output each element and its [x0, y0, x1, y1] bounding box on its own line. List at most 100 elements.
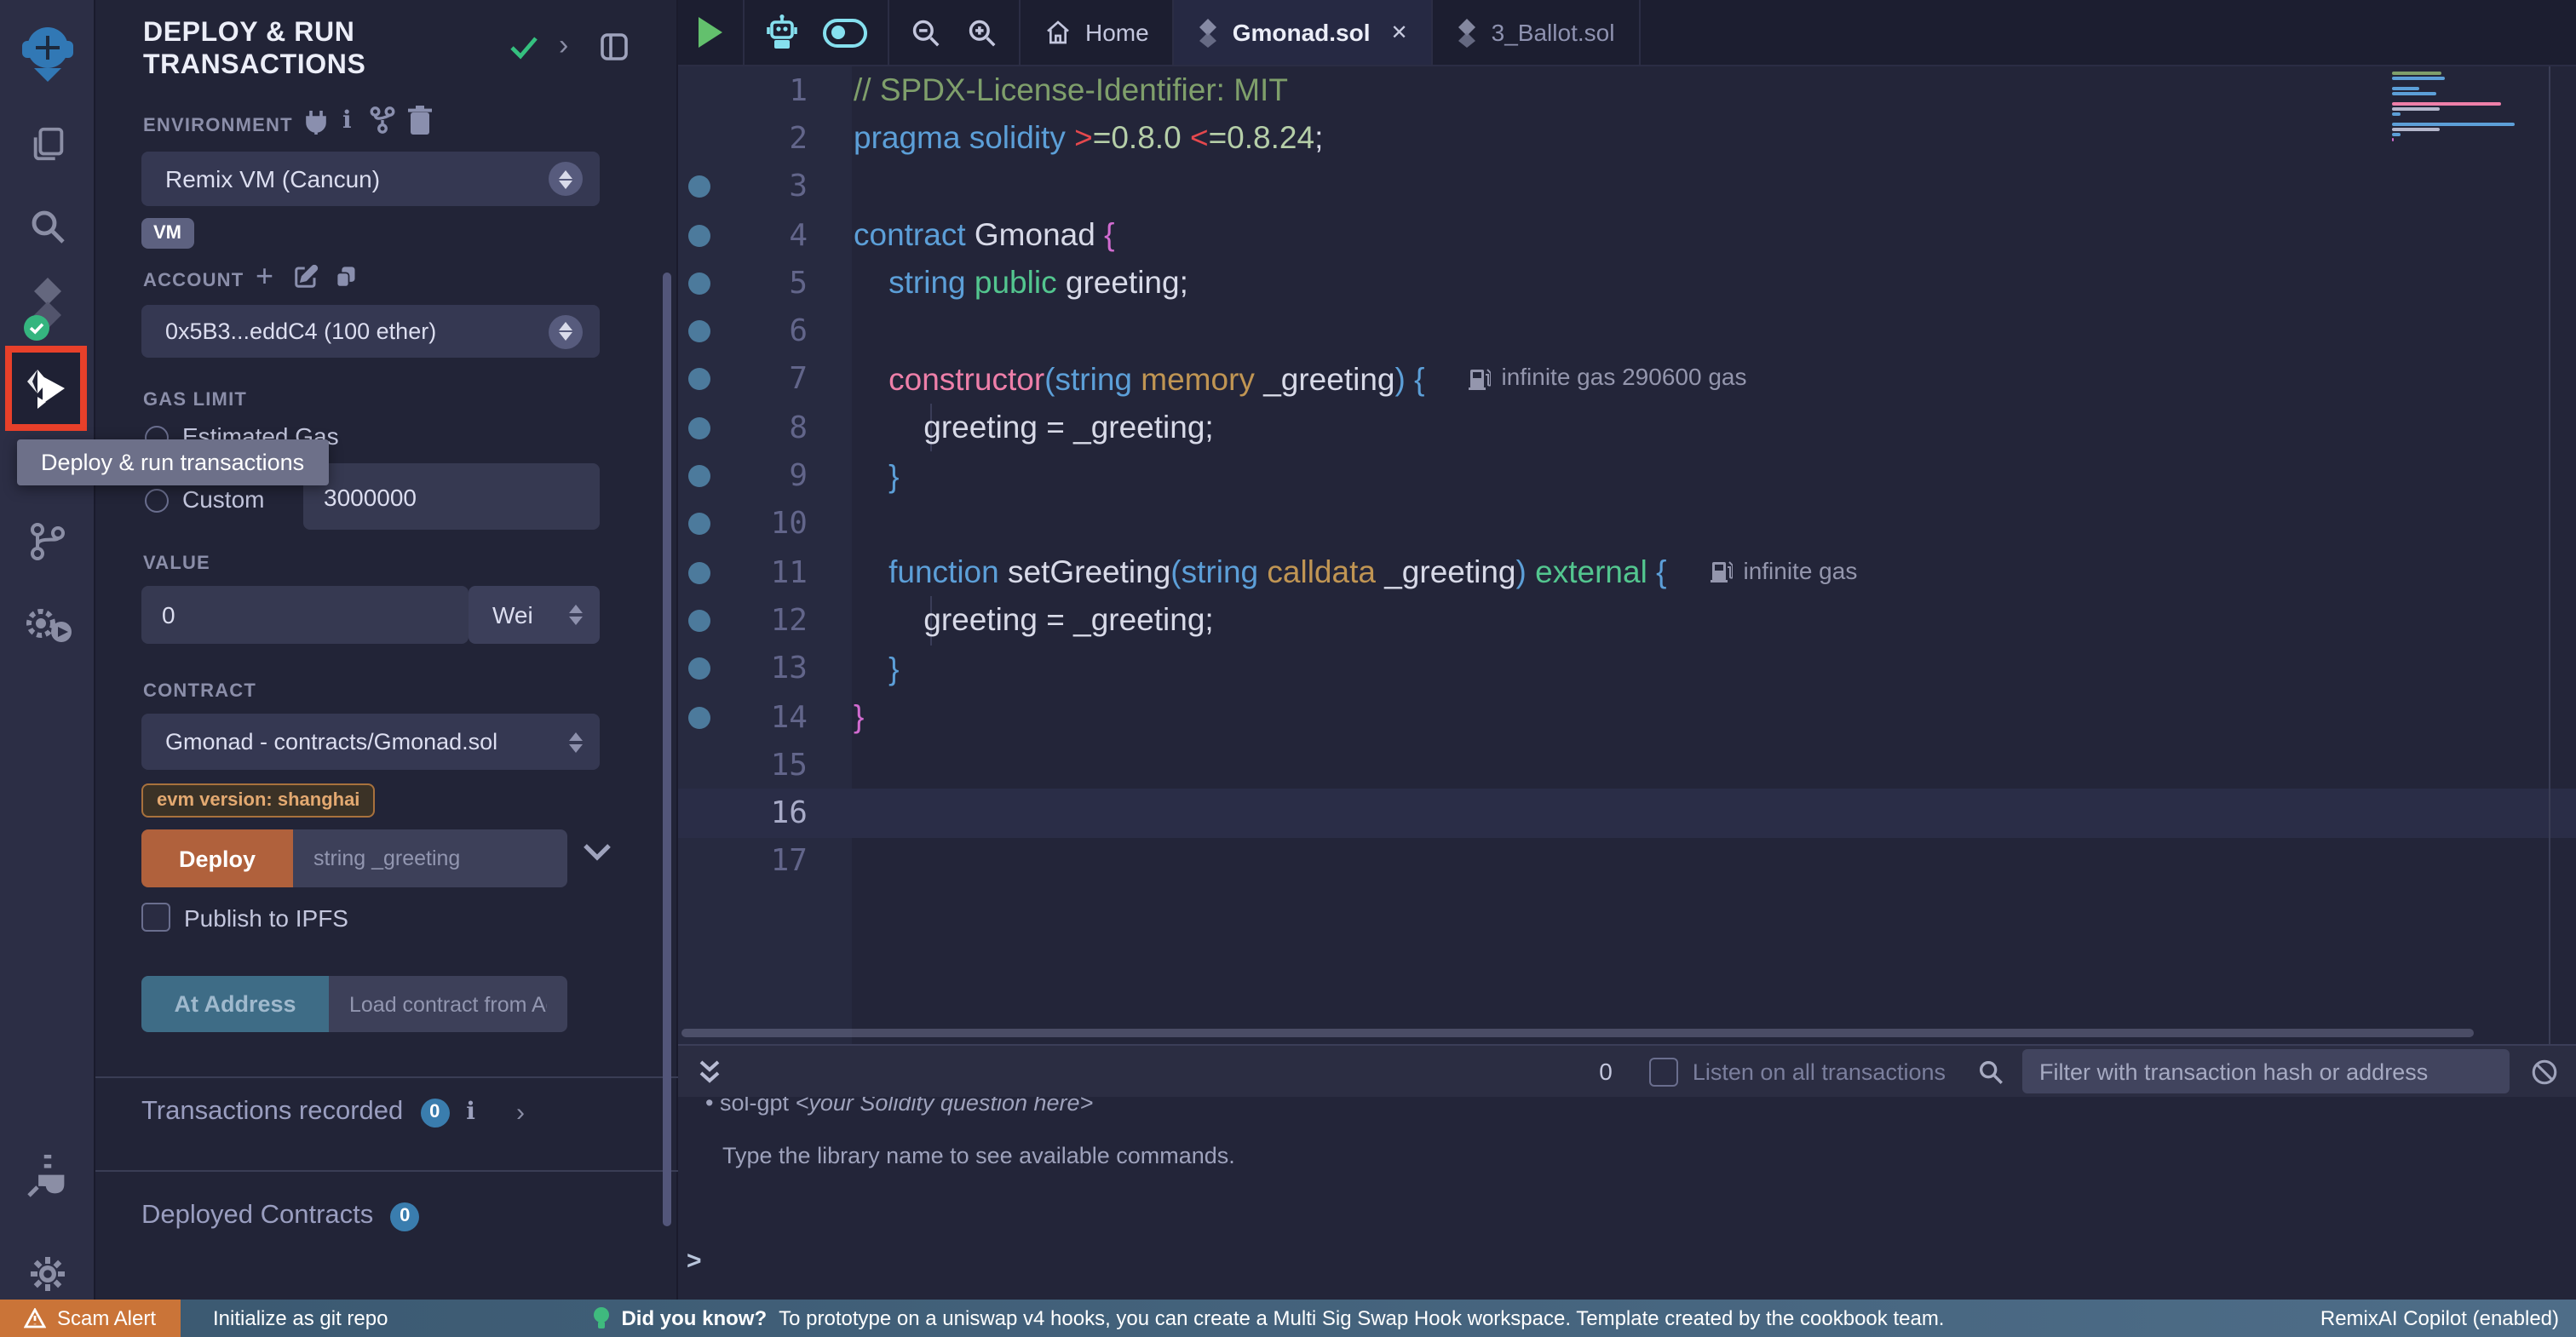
tab-label: Gmonad.sol	[1233, 19, 1371, 46]
publish-ipfs-checkbox[interactable]	[141, 903, 170, 932]
code-line[interactable]: 10	[678, 500, 2576, 548]
tab-label: 3_Ballot.sol	[1492, 19, 1615, 46]
deploy-button[interactable]: Deploy	[141, 829, 293, 887]
gas-limit-label: GAS LIMIT	[143, 390, 247, 410]
panel-scrollbar[interactable]	[663, 273, 671, 1226]
block-icon[interactable]	[2530, 1057, 2559, 1086]
value-input[interactable]	[141, 586, 469, 644]
horizontal-scrollbar[interactable]	[681, 1029, 2474, 1037]
edit-icon[interactable]	[293, 264, 319, 290]
plugin-manager-icon[interactable]	[0, 1155, 95, 1199]
line-number: 9	[678, 458, 808, 494]
close-icon[interactable]: ✕	[1391, 20, 1408, 44]
code-line[interactable]: 4contract Gmonad {	[678, 211, 2576, 260]
at-address-button[interactable]: At Address	[141, 976, 329, 1032]
zoom-out-icon[interactable]	[910, 16, 942, 49]
sort-arrows-icon	[569, 732, 583, 752]
tab-home-label: Home	[1085, 19, 1149, 46]
expand-chevrons-icon[interactable]	[699, 1059, 721, 1084]
code-editor[interactable]: 1 // SPDX-License-Identifier: MIT 2pragma …	[678, 66, 2576, 1044]
terminal-prompt[interactable]: >	[687, 1247, 702, 1276]
terminal[interactable]: • sol-gpt <your Solidity question here> …	[678, 1097, 2576, 1300]
environment-label: ENVIRONMENT	[143, 116, 293, 136]
chevron-right-icon[interactable]: ›	[516, 1098, 525, 1127]
copy-icon[interactable]	[334, 264, 358, 290]
custom-gas-radio[interactable]	[145, 489, 169, 513]
line-number: 1	[678, 72, 808, 108]
code-line[interactable]: 7 constructor(string memory _greeting) {…	[678, 356, 2576, 405]
tab-home[interactable]: Home	[1021, 0, 1175, 65]
transaction-count: 0	[1599, 1058, 1613, 1085]
transactions-recorded-row[interactable]: Transactions recorded 0 i ›	[141, 1097, 653, 1128]
code-line[interactable]: 5 string public greeting;	[678, 259, 2576, 307]
fork-icon[interactable]	[368, 106, 397, 135]
chevron-down-icon[interactable]	[583, 843, 612, 862]
collapse-chevron-icon[interactable]: ›	[559, 29, 568, 63]
code-line[interactable]: 9 }	[678, 452, 2576, 501]
trash-icon[interactable]	[407, 106, 433, 135]
ai-robot-icon[interactable]	[765, 14, 799, 51]
code-line[interactable]: 14}	[678, 693, 2576, 742]
code-line[interactable]: 12 greeting = _greeting;	[678, 597, 2576, 646]
code-text: }	[854, 650, 900, 687]
code-line[interactable]: 13 }	[678, 645, 2576, 693]
file-explorer-icon[interactable]	[0, 124, 95, 164]
info-icon[interactable]: i	[466, 1099, 475, 1126]
pin-panel-icon[interactable]	[600, 32, 629, 61]
zoom-in-icon[interactable]	[966, 16, 998, 49]
environment-select[interactable]: Remix VM (Cancun)	[141, 152, 600, 206]
deployed-contracts-label: Deployed Contracts	[141, 1201, 373, 1231]
code-line[interactable]: 6	[678, 307, 2576, 356]
git-repo-action[interactable]: Initialize as git repo	[213, 1306, 388, 1330]
gas-estimate-note: infinite gas	[1711, 556, 1857, 583]
ai-group	[745, 0, 889, 65]
contract-select[interactable]: Gmonad - contracts/Gmonad.sol	[141, 714, 600, 770]
line-number: 10	[678, 507, 808, 542]
code-text: // SPDX-License-Identifier: MIT	[854, 72, 1288, 109]
info-icon[interactable]: i	[342, 107, 352, 135]
remix-logo-icon[interactable]	[0, 17, 95, 85]
search-icon[interactable]	[1976, 1057, 2005, 1086]
listen-all-checkbox[interactable]	[1650, 1057, 1679, 1086]
line-number: 3	[678, 169, 808, 204]
code-line[interactable]: 1 // SPDX-License-Identifier: MIT	[678, 66, 2576, 115]
run-script-icon[interactable]	[699, 17, 722, 48]
git-branch-icon[interactable]	[0, 521, 95, 562]
plus-icon[interactable]: +	[256, 259, 273, 295]
scam-alert[interactable]: Scam Alert	[0, 1300, 181, 1337]
settings-gear-icon[interactable]	[0, 1254, 95, 1294]
code-text: function setGreeting(string calldata _gr…	[854, 554, 1857, 591]
editor-scrollbar-strip[interactable]	[2549, 66, 2576, 1044]
divider	[95, 1170, 678, 1172]
line-number: 15	[678, 748, 808, 783]
value-unit-select[interactable]: Wei	[469, 586, 600, 644]
deploy-args-input[interactable]	[293, 829, 567, 887]
scam-alert-label: Scam Alert	[57, 1306, 156, 1330]
code-line[interactable]: 17	[678, 838, 2576, 887]
code-line[interactable]: 3	[678, 163, 2576, 211]
search-icon[interactable]	[0, 206, 95, 247]
minimap[interactable]	[2392, 72, 2542, 158]
copilot-toggle-icon[interactable]	[823, 18, 867, 47]
did-you-know-tip: Did you know? To prototype on a uniswap …	[592, 1306, 1944, 1330]
account-select[interactable]: 0x5B3...eddC4 (100 ether)	[141, 305, 600, 358]
code-line[interactable]: 16	[678, 789, 2576, 838]
divider	[95, 1076, 678, 1078]
code-line[interactable]: 11 function setGreeting(string calldata …	[678, 548, 2576, 597]
tip-text: To prototype on a uniswap v4 hooks, you …	[779, 1306, 1944, 1330]
tab-gmonad[interactable]: Gmonad.sol ✕	[1175, 0, 1434, 65]
code-line[interactable]: 8 greeting = _greeting;	[678, 404, 2576, 452]
deploy-run-icon[interactable]	[5, 346, 87, 431]
filter-input[interactable]	[2022, 1049, 2510, 1093]
at-address-input[interactable]	[329, 976, 567, 1032]
unit-testing-icon[interactable]	[0, 605, 95, 646]
code-text: }	[854, 457, 900, 495]
tab-ballot[interactable]: 3_Ballot.sol	[1434, 0, 1641, 65]
code-line[interactable]: 15	[678, 741, 2576, 789]
custom-gas-input[interactable]	[303, 463, 600, 530]
copilot-status[interactable]: RemixAI Copilot (enabled)	[2320, 1306, 2559, 1330]
plug-icon[interactable]	[303, 109, 329, 136]
environment-value: Remix VM (Cancun)	[165, 165, 380, 192]
code-line[interactable]: 2pragma solidity >=0.8.0 <=0.8.24;	[678, 115, 2576, 164]
deployed-contracts-row: Deployed Contracts 0	[141, 1201, 653, 1231]
